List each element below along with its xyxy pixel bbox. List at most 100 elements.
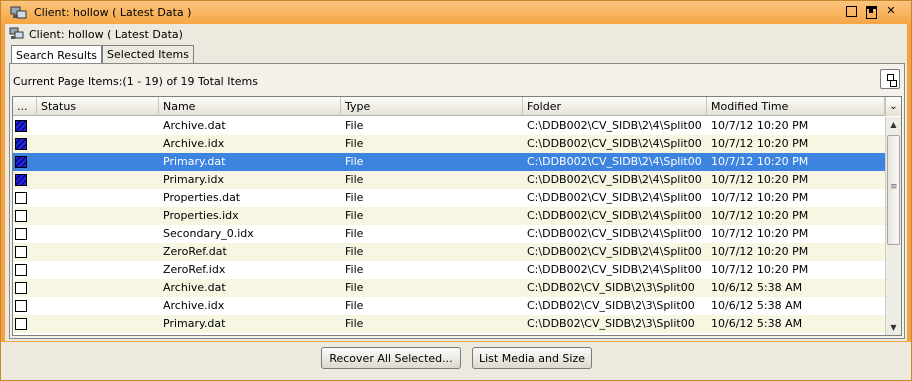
folder-cell: C:\DDB002\CV_SIDB\2\4\Split00 <box>527 155 702 168</box>
table-row[interactable]: Archive.dat File C:\DDB002\CV_SIDB\2\4\Spl… <box>13 117 885 135</box>
close-icon[interactable]: ✕ <box>885 5 897 17</box>
row-checkbox[interactable] <box>15 228 27 240</box>
status-cell <box>37 297 159 315</box>
client-label: Client: hollow ( Latest Data) <box>29 27 183 41</box>
row-select-cell[interactable] <box>13 117 37 135</box>
status-cell <box>37 207 159 225</box>
vertical-scrollbar[interactable]: ▲ ▼ <box>885 117 901 335</box>
column-header-status[interactable]: Status <box>37 97 159 116</box>
row-select-cell[interactable] <box>13 153 37 171</box>
row-checkbox[interactable] <box>15 210 27 222</box>
name-cell: Properties.idx <box>163 209 239 222</box>
table-row[interactable]: Primary.idx File C:\DDB002\CV_SIDB\2\4\Spl… <box>13 171 885 189</box>
name-cell: Properties.dat <box>163 191 241 204</box>
status-cell <box>37 189 159 207</box>
scroll-up-icon[interactable]: ▲ <box>886 117 901 132</box>
recover-all-selected-button[interactable]: Recover All Selected... <box>321 347 461 369</box>
modified-time-cell: 10/7/12 10:20 PM <box>711 173 809 186</box>
scroll-thumb[interactable] <box>887 135 900 245</box>
client-computer-icon <box>9 27 25 41</box>
row-select-cell[interactable] <box>13 189 37 207</box>
type-cell: File <box>345 137 364 150</box>
type-cell: File <box>345 299 364 312</box>
table-row[interactable]: Secondary_0.idx File C:\DDB002\CV_SIDB\2\4… <box>13 225 885 243</box>
modified-time-cell: 10/7/12 10:20 PM <box>711 209 809 222</box>
table-row[interactable]: Properties.idx File C:\DDB002\CV_SIDB\2\4\… <box>13 207 885 225</box>
status-cell <box>37 261 159 279</box>
folder-cell: C:\DDB002\CV_SIDB\2\4\Split00 <box>527 119 702 132</box>
folder-cell: C:\DDB02\CV_SIDB\2\3\Split00 <box>527 299 695 312</box>
row-select-cell[interactable] <box>13 315 37 333</box>
table-row[interactable]: Primary.dat File C:\DDB02\CV_SIDB\2\3\Spli… <box>13 315 885 333</box>
folder-cell: C:\DDB002\CV_SIDB\2\4\Split00 <box>527 191 702 204</box>
table-row[interactable]: ZeroRef.dat File C:\DDB002\CV_SIDB\2\4\Spl… <box>13 243 885 261</box>
modified-time-cell: 10/7/12 10:20 PM <box>711 155 809 168</box>
row-select-cell[interactable] <box>13 243 37 261</box>
status-cell <box>37 279 159 297</box>
table-row[interactable]: ZeroRef.idx File C:\DDB002\CV_SIDB\2\4\Spl… <box>13 261 885 279</box>
row-checkbox[interactable] <box>15 318 27 330</box>
folder-cell: C:\DDB02\CV_SIDB\2\3\Split00 <box>527 317 695 330</box>
column-header-select[interactable]: ... <box>13 97 37 116</box>
tree-view-button[interactable] <box>880 69 900 89</box>
table-row[interactable]: Primary.dat File C:\DDB002\CV_SIDB\2\4\Spl… <box>13 153 885 171</box>
row-checkbox[interactable] <box>15 246 27 258</box>
type-cell: File <box>345 227 364 240</box>
table-row[interactable]: Archive.idx File C:\DDB02\CV_SIDB\2\3\Spli… <box>13 297 885 315</box>
modified-time-cell: 10/7/12 10:20 PM <box>711 227 809 240</box>
name-cell: Archive.idx <box>163 137 225 150</box>
row-select-cell[interactable] <box>13 279 37 297</box>
row-checkbox[interactable] <box>15 264 27 276</box>
column-header-modified-time[interactable]: Modified Time <box>707 97 885 116</box>
status-cell <box>37 117 159 135</box>
row-checkbox[interactable] <box>15 192 27 204</box>
type-cell: File <box>345 209 364 222</box>
table-row[interactable]: Archive.dat File C:\DDB02\CV_SIDB\2\3\Spli… <box>13 279 885 297</box>
folder-cell: C:\DDB002\CV_SIDB\2\4\Split00 <box>527 209 702 222</box>
row-select-cell[interactable] <box>13 171 37 189</box>
scroll-down-icon[interactable]: ▼ <box>886 320 901 335</box>
column-chooser-icon[interactable]: ⌄ <box>885 97 901 116</box>
modified-time-cell: 10/6/12 5:38 AM <box>711 299 803 312</box>
status-cell <box>37 243 159 261</box>
folder-cell: C:\DDB002\CV_SIDB\2\4\Split00 <box>527 227 702 240</box>
column-header-type[interactable]: Type <box>341 97 523 116</box>
row-select-cell[interactable] <box>13 225 37 243</box>
row-select-cell[interactable] <box>13 207 37 225</box>
tab-search-results[interactable]: Search Results <box>11 45 103 64</box>
row-checkbox[interactable] <box>15 300 27 312</box>
type-cell: File <box>345 173 364 186</box>
tab-selected-items[interactable]: Selected Items <box>102 45 194 63</box>
list-media-and-size-button[interactable]: List Media and Size <box>472 347 592 369</box>
table-row[interactable]: Properties.dat File C:\DDB002\CV_SIDB\2\4\… <box>13 189 885 207</box>
row-checkbox[interactable] <box>15 138 27 150</box>
row-select-cell[interactable] <box>13 297 37 315</box>
row-checkbox[interactable] <box>15 120 27 132</box>
table-header: ... Status Name Type Folder Modified Tim… <box>13 97 901 116</box>
row-select-cell[interactable] <box>13 135 37 153</box>
name-cell: Primary.idx <box>163 173 224 186</box>
title-bar[interactable]: Client: hollow ( Latest Data ) ✕ <box>1 1 911 24</box>
minimize-icon[interactable] <box>845 5 857 17</box>
name-cell: Archive.dat <box>163 119 226 132</box>
row-checkbox[interactable] <box>15 156 27 168</box>
folder-cell: C:\DDB002\CV_SIDB\2\4\Split00 <box>527 173 702 186</box>
column-header-folder[interactable]: Folder <box>523 97 707 116</box>
column-header-name[interactable]: Name <box>159 97 341 116</box>
row-select-cell[interactable] <box>13 261 37 279</box>
folder-cell: C:\DDB002\CV_SIDB\2\4\Split00 <box>527 245 702 258</box>
table-row[interactable]: Archive.idx File C:\DDB002\CV_SIDB\2\4\Spl… <box>13 135 885 153</box>
folder-cell: C:\DDB02\CV_SIDB\2\3\Split00 <box>527 281 695 294</box>
row-checkbox[interactable] <box>15 282 27 294</box>
main-panel: Client: hollow ( Latest Data) Search Res… <box>5 24 907 341</box>
folder-cell: C:\DDB002\CV_SIDB\2\4\Split00 <box>527 137 702 150</box>
status-cell <box>37 225 159 243</box>
modified-time-cell: 10/7/12 10:20 PM <box>711 245 809 258</box>
name-cell: ZeroRef.idx <box>163 263 226 276</box>
status-cell <box>37 171 159 189</box>
maximize-icon[interactable] <box>865 5 877 19</box>
row-checkbox[interactable] <box>15 174 27 186</box>
modified-time-cell: 10/6/12 5:38 AM <box>711 317 803 330</box>
page-items-count: Current Page Items:(1 - 19) of 19 Total … <box>13 75 259 88</box>
status-cell <box>37 153 159 171</box>
